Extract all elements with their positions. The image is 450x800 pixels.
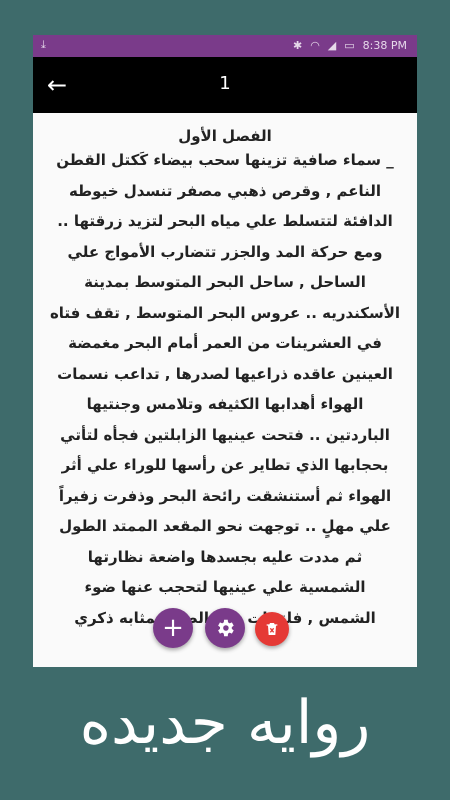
status-bar: ⤓ ✱ ◠ ◢ ▭ 8:38 PM — [33, 35, 417, 57]
fab-row: + — [0, 608, 450, 652]
text-line: الهواء أهدابها الكثيفه وتلامس وجنتيها — [86, 395, 364, 413]
trash-icon — [266, 623, 278, 635]
wifi-icon: ◠ — [310, 39, 320, 52]
text-line: ومع حركة المد والجزر تتضارب الأمواج علي — [67, 242, 383, 261]
page-title: 1 — [219, 73, 231, 94]
settings-button[interactable] — [205, 608, 245, 648]
text-line: _ سماء صافية تزينها سحب بيضاء كَكتل القط… — [56, 151, 394, 169]
text-line: الناعم , وقرص ذهبي مصفر تنسدل خيوطه — [68, 181, 382, 200]
status-icons: ✱ ◠ ◢ ▭ 8:38 PM — [293, 39, 407, 52]
gear-icon — [218, 619, 234, 637]
text-line: الساحل , ساحل البحر المتوسط بمدينة — [84, 273, 366, 291]
chapter-title: الفصل الأول — [178, 127, 272, 145]
story-text: _ سماء صافية تزينها سحب بيضاء كَكتل القط… — [33, 145, 417, 633]
plus-icon: + — [162, 613, 184, 643]
status-time: 8:38 PM — [362, 39, 407, 52]
text-line: في العشرينات من العمر أمام البحر مغمضة — [68, 334, 382, 352]
bluetooth-icon: ✱ — [292, 39, 303, 52]
story-content[interactable]: الفصل الأول _ سماء صافية تزينها سحب بيضا… — [33, 113, 417, 667]
battery-icon: ▭ — [344, 39, 355, 52]
promo-banner: روايه جديده — [79, 688, 371, 758]
text-line: علي مهلٍ .. توجهت نحو المقعد الممتد الطو… — [59, 517, 391, 535]
text-line: الأسكندريه .. عروس البحر المتوسط , تقف ف… — [49, 303, 401, 322]
delete-button[interactable] — [255, 612, 289, 646]
download-icon: ⤓ — [41, 38, 46, 51]
text-line: بحجابها الذي تطاير عن رأسها للوراء علي أ… — [61, 456, 389, 474]
text-line: الدافئة لتتسلط علي مياه البحر لتزيد زرقت… — [57, 212, 393, 230]
text-line: الهواء ثم أستنشقت رائحة البحر وذفرت زفير… — [58, 486, 392, 505]
add-button[interactable]: + — [153, 608, 193, 648]
phone-screen: ⤓ ✱ ◠ ◢ ▭ 8:38 PM ← 1 الفصل الأول _ سماء… — [33, 35, 417, 667]
app-bar: ← 1 — [33, 57, 417, 113]
text-line: الباردتين .. فتحت عينيها الزابلتين فجأه … — [60, 425, 390, 444]
text-line: ثم مددت عليه بجسدها واضعة نظارتها — [87, 547, 363, 566]
text-line: الشمسية علي عينيها لتحجب عنها ضوء — [84, 578, 366, 596]
text-line: العينين عاقده ذراعيها لصدرها , تداعب نسم… — [57, 364, 393, 383]
signal-icon: ◢ — [327, 39, 337, 52]
